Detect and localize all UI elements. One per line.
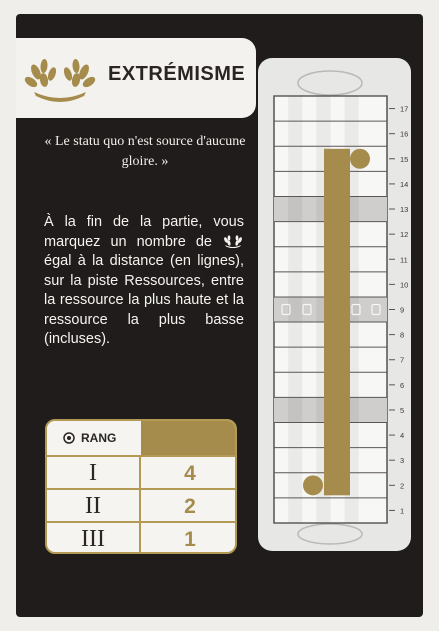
rule-text: À la fin de la partie, vous marquez un n… <box>44 213 244 350</box>
low-resource-marker <box>303 475 323 496</box>
rank-value: II <box>47 490 141 523</box>
row-number: 4 <box>400 431 404 440</box>
rank-header-label: RANG <box>81 431 117 445</box>
rule-text-part2: égal à la distance (en lignes), sur la p… <box>44 253 244 347</box>
row-number: 17 <box>400 105 408 114</box>
rank-row: III 1 <box>47 521 235 552</box>
row-number: 9 <box>400 306 404 315</box>
rank-row: II 2 <box>47 488 235 523</box>
row-number: 1 <box>400 506 404 515</box>
flavor-quote: « Le statu quo n'est source d'aucune glo… <box>44 134 246 169</box>
high-resource-marker <box>350 148 370 169</box>
row-number: 16 <box>400 130 408 139</box>
row-number: 3 <box>400 456 404 465</box>
row-number: 8 <box>400 331 404 340</box>
points-header <box>141 421 235 455</box>
laurel-icon <box>24 59 96 102</box>
row-number: 12 <box>400 230 408 239</box>
rank-table: RANG I 4 II 2 III 1 <box>45 419 237 554</box>
row-number: 15 <box>400 155 408 164</box>
row-number: 5 <box>400 406 404 415</box>
points-value: 4 <box>184 462 196 485</box>
rank-header: RANG <box>47 421 141 455</box>
row-number: 6 <box>400 381 404 390</box>
rank-value: III <box>47 523 141 552</box>
points-value: 2 <box>184 495 196 518</box>
distance-bar <box>324 148 350 496</box>
row-number: 10 <box>400 280 408 289</box>
card-title: EXTRÉMISME <box>108 63 246 85</box>
row-number: 2 <box>400 481 404 490</box>
resource-track: 1234567891011121314151617 <box>273 70 408 545</box>
rule-text-part1: À la fin de la partie, vous marquez un n… <box>44 214 244 250</box>
laurel-inline-icon <box>224 234 242 248</box>
points-value: 1 <box>184 528 196 551</box>
row-number: 13 <box>400 205 408 214</box>
bottom-medallion <box>297 523 363 545</box>
target-icon <box>63 432 75 444</box>
rank-value: I <box>47 457 141 490</box>
top-medallion <box>297 70 363 96</box>
rank-row: I 4 <box>47 455 235 490</box>
row-number: 7 <box>400 356 404 365</box>
row-number: 11 <box>400 255 408 264</box>
card: EXTRÉMISME « Le statu quo n'est source d… <box>0 0 439 631</box>
row-number: 14 <box>400 180 408 189</box>
